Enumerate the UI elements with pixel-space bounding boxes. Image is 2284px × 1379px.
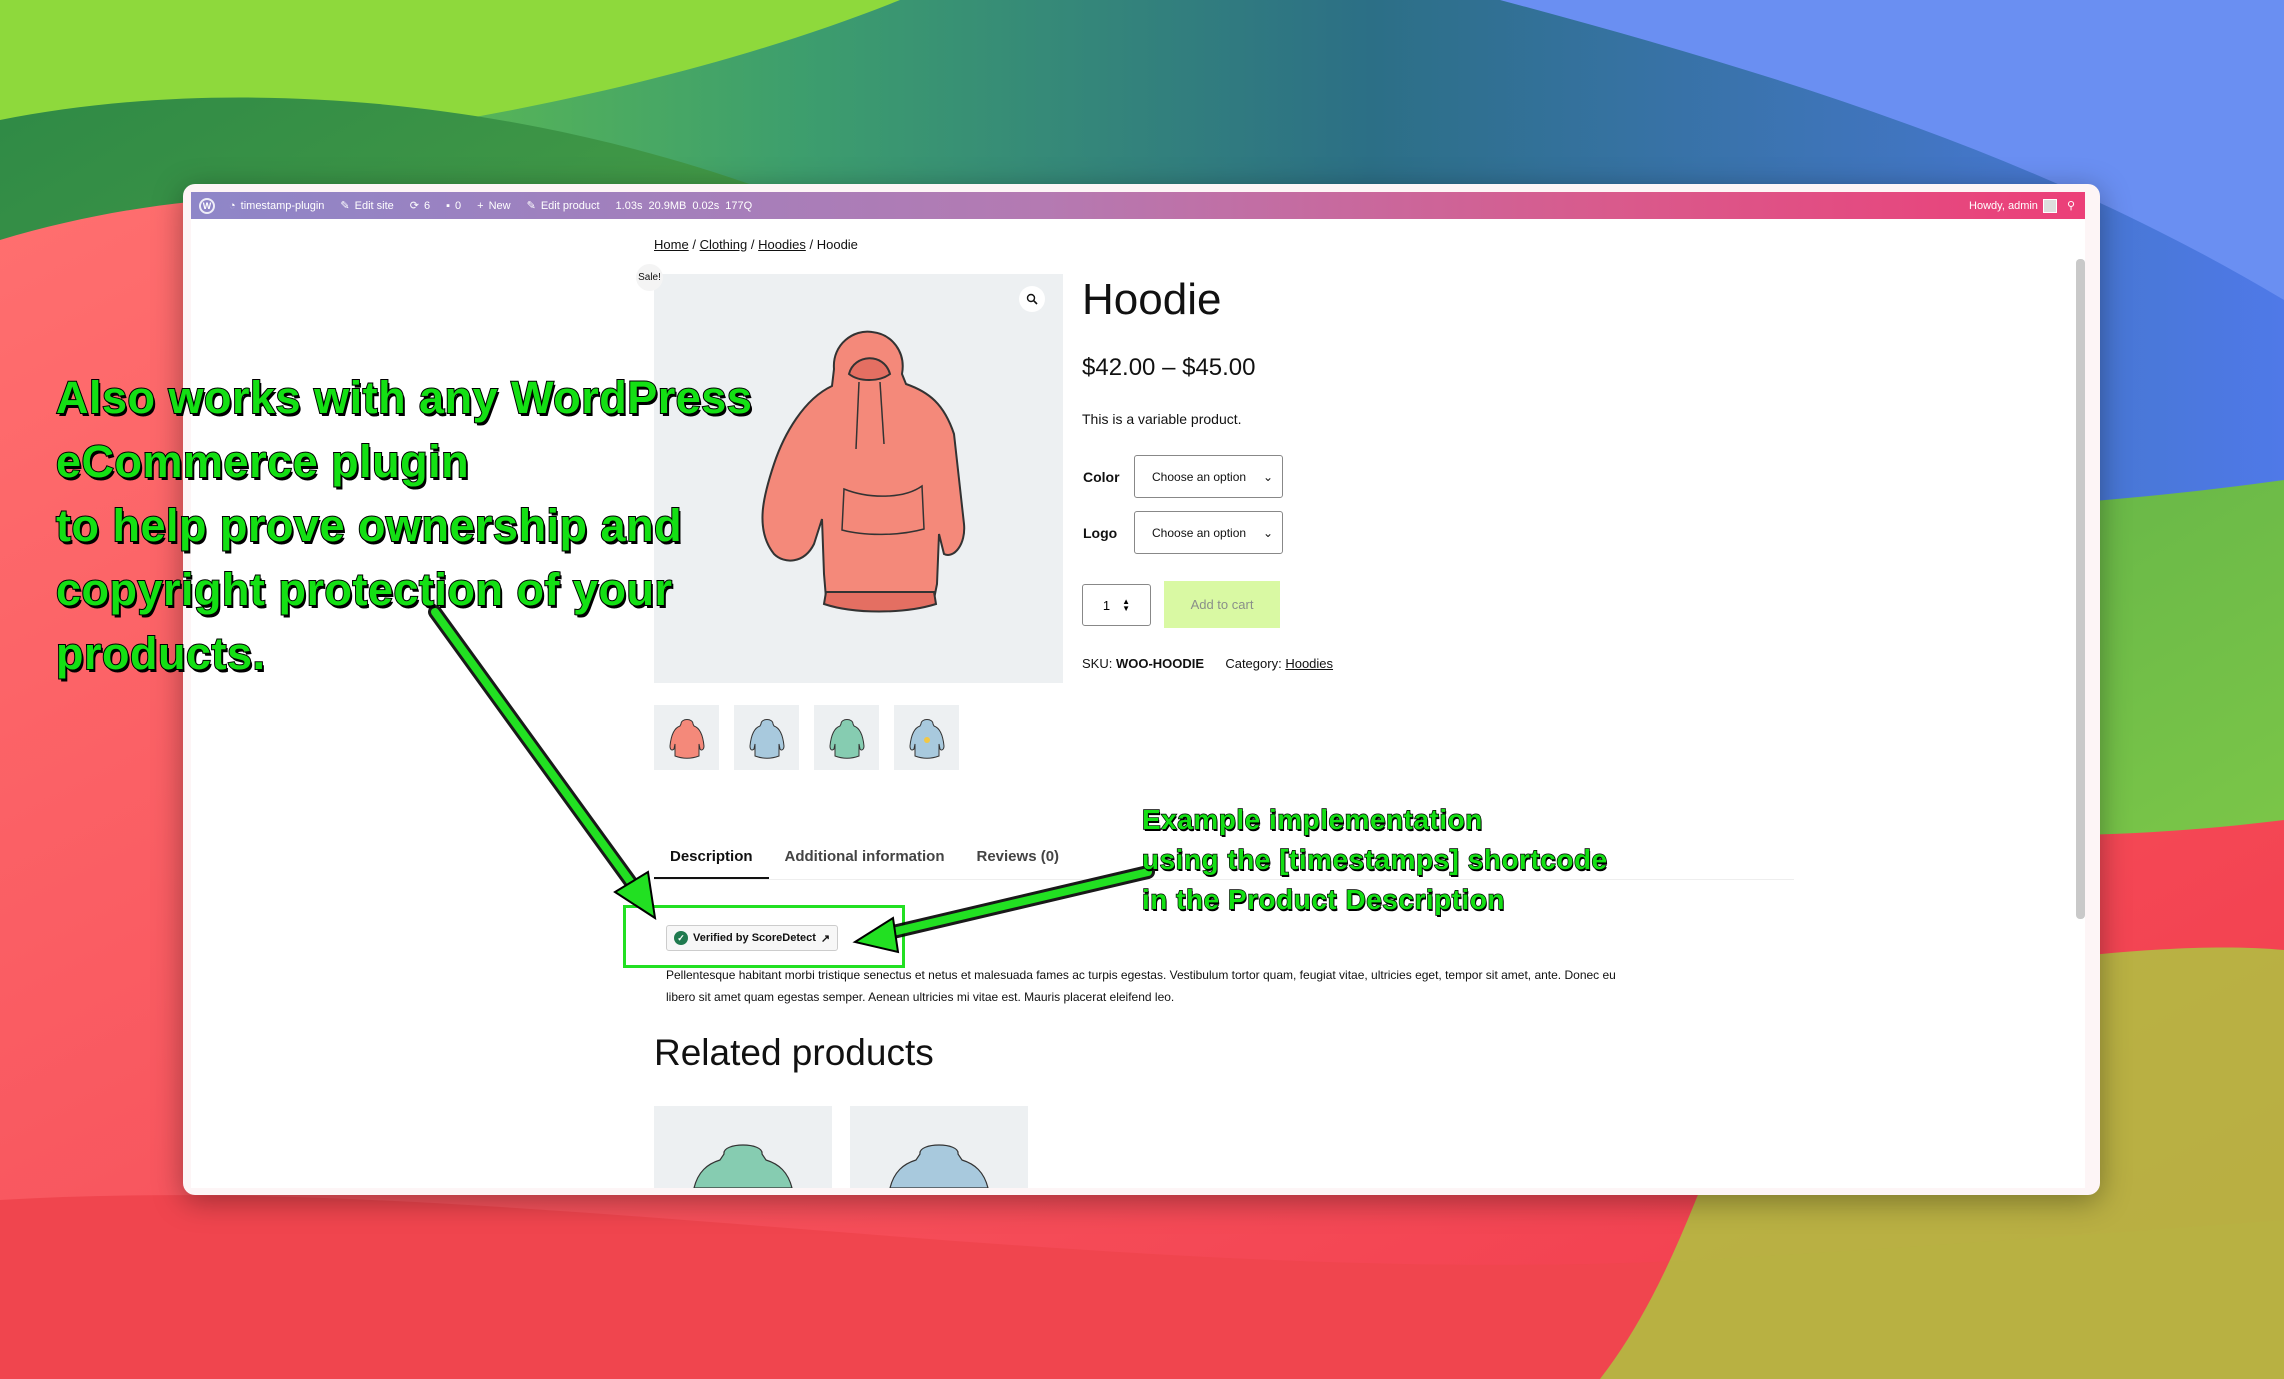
thumbnail-strip — [654, 705, 959, 770]
perf-time: 1.03s — [615, 199, 643, 212]
annotation-line: using the [timestamps] shortcode — [1141, 843, 1608, 875]
category-link[interactable]: Hoodies — [1285, 656, 1333, 671]
thumbnail-blue-hoodie[interactable] — [734, 705, 799, 770]
tab-additional-information[interactable]: Additional information — [769, 848, 961, 879]
highlight-box — [623, 905, 905, 968]
add-to-cart-button[interactable]: Add to cart — [1164, 581, 1280, 628]
sale-badge: Sale! — [636, 264, 663, 291]
stepper-arrows-icon[interactable]: ▲ ▼ — [1122, 598, 1130, 613]
updates-count: 6 — [424, 199, 431, 212]
pencil-icon: ✎ — [526, 200, 536, 212]
color-select[interactable]: Choose an option ⌄ — [1134, 455, 1283, 498]
brush-icon: ✎ — [340, 200, 350, 212]
howdy-label: Howdy, admin — [1969, 199, 2038, 212]
related-product-card[interactable] — [850, 1106, 1028, 1188]
admin-bar-edit-product[interactable]: ✎ Edit product — [526, 199, 600, 213]
breadcrumb-home[interactable]: Home — [654, 237, 689, 252]
hoodie-thumb-icon — [828, 718, 865, 759]
annotation-right: Example implementation using the [timest… — [1141, 800, 1608, 920]
comment-icon: ▪ — [446, 199, 451, 212]
admin-bar-new[interactable]: + New — [477, 200, 510, 212]
chevron-down-icon: ⌄ — [1262, 469, 1273, 484]
updates-icon: ⟳ — [409, 200, 419, 212]
thumbnail-pink-hoodie[interactable] — [654, 705, 719, 770]
thumbnail-green-hoodie[interactable] — [814, 705, 879, 770]
hoodie-thumb-icon — [748, 718, 785, 759]
annotation-line: Also works with any WordPress — [55, 371, 753, 424]
product-price: $42.00 – $45.00 — [1082, 354, 1256, 381]
admin-bar-account[interactable]: Howdy, admin — [1969, 198, 2057, 213]
plus-icon: + — [477, 199, 484, 212]
edit-site-label: Edit site — [354, 199, 394, 212]
admin-bar-comments[interactable]: ▪ 0 — [446, 200, 461, 212]
breadcrumb-hoodies[interactable]: Hoodies — [758, 237, 806, 252]
comments-count: 0 — [455, 199, 462, 212]
category-label: Category: — [1225, 656, 1282, 671]
breadcrumb-separator: / — [750, 237, 755, 252]
hoodie-image — [693, 1144, 793, 1188]
sku-value: WOO-HOODIE — [1115, 656, 1205, 671]
annotation-line: eCommerce plugin — [55, 435, 470, 488]
breadcrumb-separator: / — [809, 237, 814, 252]
product-title: Hoodie — [1082, 275, 1222, 324]
breadcrumb-current: Hoodie — [816, 237, 858, 252]
wp-admin-bar: W ◔ timestamp-plugin ✎ Edit site ⟳ 6 ▪ 0… — [191, 192, 2085, 219]
hoodie-thumb-icon — [908, 718, 945, 759]
color-select-value: Choose an option — [1152, 469, 1247, 484]
chevron-down-icon: ⌄ — [1262, 525, 1273, 540]
breadcrumb-clothing[interactable]: Clothing — [700, 237, 748, 252]
admin-bar-site[interactable]: ◔ timestamp-plugin — [229, 200, 324, 212]
edit-product-label: Edit product — [540, 199, 600, 212]
product-page: Home / Clothing / Hoodies / Hoodie Sale!… — [191, 219, 2085, 1188]
product-short-description: This is a variable product. — [1082, 411, 1242, 427]
wordpress-logo-icon[interactable]: W — [199, 197, 215, 214]
perf-db-time: 0.02s — [692, 199, 720, 212]
admin-bar-site-name: timestamp-plugin — [240, 199, 325, 212]
tab-description[interactable]: Description — [654, 848, 769, 879]
annotation-line: copyright protection of your — [55, 563, 673, 616]
logo-select-value: Choose an option — [1152, 525, 1247, 540]
quantity-stepper[interactable]: 1 ▲ ▼ — [1082, 584, 1151, 626]
hoodie-image — [889, 1144, 989, 1188]
annotation-line: to help prove ownership and — [55, 499, 683, 552]
avatar — [2042, 198, 2057, 213]
logo-label: Logo — [1083, 525, 1118, 541]
perf-queries: 177Q — [725, 199, 753, 212]
admin-bar-edit-site[interactable]: ✎ Edit site — [340, 199, 394, 213]
dashboard-icon: ◔ — [229, 199, 236, 212]
scrollbar[interactable] — [2076, 259, 2085, 919]
tab-reviews[interactable]: Reviews (0) — [961, 848, 1076, 879]
description-text: Pellentesque habitant morbi tristique se… — [666, 968, 1616, 1004]
breadcrumb: Home / Clothing / Hoodies / Hoodie — [654, 237, 858, 252]
new-label: New — [488, 199, 511, 212]
annotation-line: products. — [55, 627, 266, 680]
related-products-heading: Related products — [654, 1032, 934, 1073]
admin-bar-updates[interactable]: ⟳ 6 — [409, 199, 431, 213]
annotation-line: Example implementation — [1141, 803, 1483, 835]
quantity-value: 1 — [1102, 597, 1111, 613]
breadcrumb-separator: / — [692, 237, 696, 252]
browser-window: W ◔ timestamp-plugin ✎ Edit site ⟳ 6 ▪ 0… — [183, 184, 2100, 1195]
product-meta: SKU: WOO-HOODIE Category: Hoodies — [1082, 656, 1333, 671]
sku-label: SKU: — [1082, 656, 1113, 671]
annotation-left: Also works with any WordPress eCommerce … — [55, 366, 753, 686]
logo-select[interactable]: Choose an option ⌄ — [1134, 511, 1283, 554]
related-product-card[interactable] — [654, 1106, 832, 1188]
hoodie-thumb-icon — [668, 718, 705, 759]
product-tabs: Description Additional information Revie… — [654, 848, 1075, 879]
search-icon[interactable]: ⚲ — [2067, 199, 2075, 212]
perf-memory: 20.9MB — [648, 199, 687, 212]
annotation-line: in the Product Description — [1141, 883, 1506, 915]
color-label: Color — [1083, 469, 1120, 485]
thumbnail-logo-hoodie[interactable] — [894, 705, 959, 770]
admin-bar-query-monitor[interactable]: 1.03s 20.9MB 0.02s 177Q — [616, 200, 753, 212]
